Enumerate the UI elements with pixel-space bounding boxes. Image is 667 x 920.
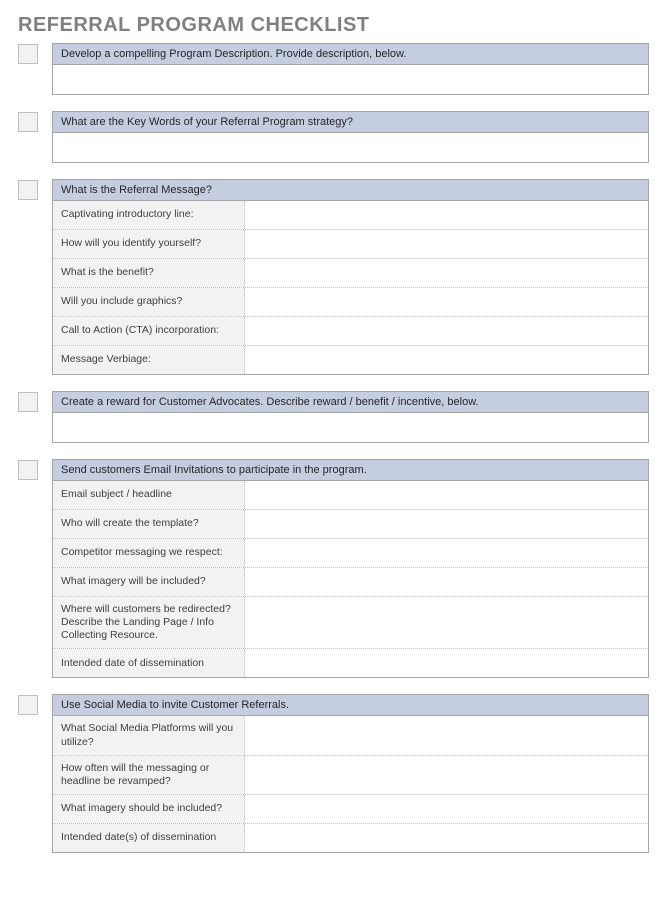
detail-row: Who will create the template?	[53, 509, 648, 538]
detail-label: Intended date(s) of dissemination	[53, 824, 245, 852]
detail-label: Email subject / headline	[53, 481, 245, 509]
detail-input[interactable]	[245, 230, 648, 258]
detail-label: How often will the messaging or headline…	[53, 756, 245, 794]
detail-row: What imagery should be included?	[53, 794, 648, 823]
checklist-checkbox[interactable]	[18, 180, 38, 200]
detail-row: Message Verbiage:	[53, 345, 648, 374]
detail-label: Intended date of dissemination	[53, 649, 245, 677]
checklist-checkbox[interactable]	[18, 460, 38, 480]
section-input-area[interactable]	[52, 133, 649, 163]
detail-input[interactable]	[245, 510, 648, 538]
checklist-section: Send customers Email Invitations to part…	[18, 459, 649, 678]
detail-input[interactable]	[245, 201, 648, 229]
detail-label: Captivating introductory line:	[53, 201, 245, 229]
detail-label: Call to Action (CTA) incorporation:	[53, 317, 245, 345]
detail-row: How will you identify yourself?	[53, 229, 648, 258]
detail-label: Will you include graphics?	[53, 288, 245, 316]
detail-row: Will you include graphics?	[53, 287, 648, 316]
section-header: What is the Referral Message?	[52, 179, 649, 201]
detail-input[interactable]	[245, 317, 648, 345]
detail-row: How often will the messaging or headline…	[53, 755, 648, 794]
checklist-checkbox[interactable]	[18, 44, 38, 64]
detail-input[interactable]	[245, 795, 648, 823]
detail-row: What is the benefit?	[53, 258, 648, 287]
checklist-section: Develop a compelling Program Description…	[18, 43, 649, 95]
detail-table: What Social Media Platforms will you uti…	[52, 716, 649, 853]
section-header: Send customers Email Invitations to part…	[52, 459, 649, 481]
detail-row: Intended date(s) of dissemination	[53, 823, 648, 852]
detail-label: What is the benefit?	[53, 259, 245, 287]
section-input-area[interactable]	[52, 413, 649, 443]
page-title: REFERRAL PROGRAM CHECKLIST	[18, 14, 649, 37]
detail-table: Captivating introductory line:How will y…	[52, 201, 649, 375]
detail-label: Message Verbiage:	[53, 346, 245, 374]
detail-table: Email subject / headlineWho will create …	[52, 481, 649, 678]
detail-input[interactable]	[245, 259, 648, 287]
detail-label: Competitor messaging we respect:	[53, 539, 245, 567]
detail-row: Call to Action (CTA) incorporation:	[53, 316, 648, 345]
detail-input[interactable]	[245, 481, 648, 509]
detail-row: Intended date of dissemination	[53, 648, 648, 677]
detail-label: What imagery will be included?	[53, 568, 245, 596]
detail-label: Where will customers be redirected? Desc…	[53, 597, 245, 648]
detail-row: Where will customers be redirected? Desc…	[53, 596, 648, 648]
detail-input[interactable]	[245, 568, 648, 596]
detail-input[interactable]	[245, 597, 648, 648]
detail-label: What imagery should be included?	[53, 795, 245, 823]
detail-row: What imagery will be included?	[53, 567, 648, 596]
checklist-checkbox[interactable]	[18, 695, 38, 715]
checklist-checkbox[interactable]	[18, 392, 38, 412]
section-header: Create a reward for Customer Advocates. …	[52, 391, 649, 413]
detail-input[interactable]	[245, 649, 648, 677]
detail-row: Competitor messaging we respect:	[53, 538, 648, 567]
detail-label: How will you identify yourself?	[53, 230, 245, 258]
detail-input[interactable]	[245, 346, 648, 374]
section-header: What are the Key Words of your Referral …	[52, 111, 649, 133]
checklist-checkbox[interactable]	[18, 112, 38, 132]
checklist-section: Use Social Media to invite Customer Refe…	[18, 694, 649, 853]
checklist-section: What is the Referral Message?Captivating…	[18, 179, 649, 375]
section-header: Use Social Media to invite Customer Refe…	[52, 694, 649, 716]
detail-label: What Social Media Platforms will you uti…	[53, 716, 245, 754]
section-input-area[interactable]	[52, 65, 649, 95]
detail-input[interactable]	[245, 288, 648, 316]
checklist-section: What are the Key Words of your Referral …	[18, 111, 649, 163]
detail-input[interactable]	[245, 716, 648, 754]
detail-row: Email subject / headline	[53, 481, 648, 509]
detail-input[interactable]	[245, 539, 648, 567]
detail-row: Captivating introductory line:	[53, 201, 648, 229]
detail-label: Who will create the template?	[53, 510, 245, 538]
checklist-section: Create a reward for Customer Advocates. …	[18, 391, 649, 443]
detail-row: What Social Media Platforms will you uti…	[53, 716, 648, 754]
section-header: Develop a compelling Program Description…	[52, 43, 649, 65]
detail-input[interactable]	[245, 756, 648, 794]
detail-input[interactable]	[245, 824, 648, 852]
